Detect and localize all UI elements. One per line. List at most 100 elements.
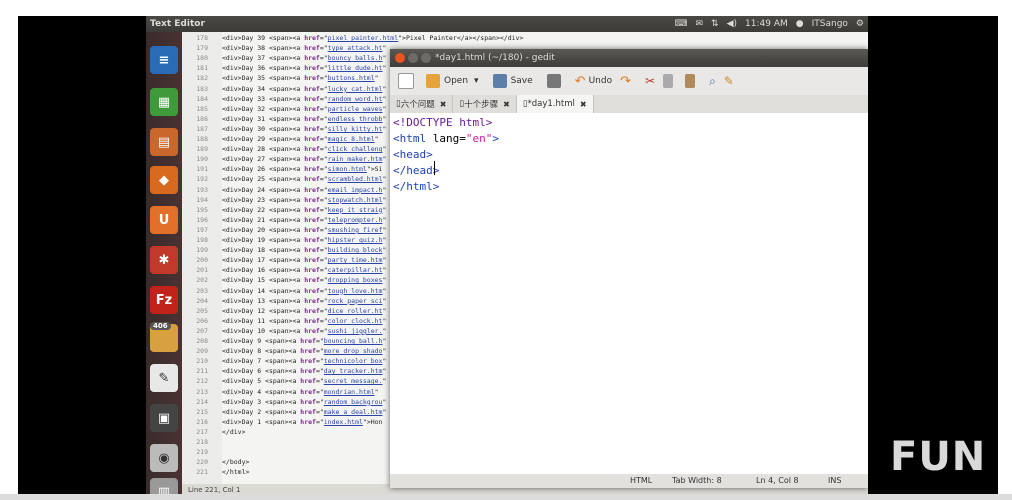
link-target[interactable]: mondrian.html — [324, 388, 375, 396]
link-target[interactable]: sushi_jiggler. — [328, 327, 383, 335]
link-target[interactable]: bouncing_ball.h — [324, 337, 383, 345]
link-target[interactable]: keep_it_straig — [328, 206, 383, 214]
link-target[interactable]: tough_love.htm — [328, 287, 383, 295]
link-target[interactable]: secret_message. — [324, 377, 383, 385]
link-target[interactable]: color_clock.ht — [328, 317, 383, 325]
print-button[interactable] — [546, 74, 565, 88]
volume-icon[interactable]: ◀) — [727, 16, 737, 32]
code-line[interactable]: </html> — [393, 179, 439, 195]
link-target[interactable]: random_word.ht — [328, 95, 383, 103]
link-target[interactable]: rain_maker.htm — [328, 155, 383, 163]
code-line[interactable]: 178 <div>Day 39 <span><a href="pixel_pain… — [182, 34, 868, 43]
link-target[interactable]: hipster_quiz.h — [328, 236, 383, 244]
impress-icon[interactable]: ▤ — [150, 128, 178, 156]
mail-icon[interactable]: ✉ — [695, 16, 703, 32]
copy-button[interactable] — [663, 74, 677, 88]
line-number: 219 — [196, 448, 208, 457]
link-target[interactable]: building_block — [328, 246, 383, 254]
close-icon[interactable]: ✖ — [580, 100, 587, 109]
chevron-down-icon[interactable]: ▾ — [474, 76, 479, 86]
close-icon[interactable]: ✖ — [440, 100, 447, 109]
link-target[interactable]: little_dude.ht — [328, 64, 383, 72]
link-target[interactable]: buttons.html — [328, 74, 375, 82]
paste-button[interactable] — [685, 74, 699, 88]
editor-tab[interactable]: ▯ 十个步骤 ✖ — [453, 95, 517, 113]
code-line[interactable]: <head> — [393, 147, 433, 163]
line-number: 202 — [196, 276, 208, 285]
code-text: " — [382, 286, 387, 295]
code-line[interactable]: <html lang="en"> — [393, 131, 499, 147]
link-target[interactable]: rock_paper_sci — [328, 297, 383, 305]
code-text: " — [382, 357, 387, 366]
code-editor[interactable]: <!DOCTYPE html> <html lang="en"> <head> </h… — [390, 113, 868, 474]
link-target[interactable]: type_attack.ht — [328, 44, 383, 52]
link-target[interactable]: party_time.htm — [328, 256, 383, 264]
keyboard-icon[interactable]: ⌨ — [674, 16, 687, 32]
code-line[interactable]: </head> — [393, 163, 439, 179]
text-editor-icon[interactable]: ✎ — [150, 364, 178, 392]
writer-icon[interactable]: ≡ — [150, 46, 178, 74]
link-target[interactable]: simon.html — [328, 165, 367, 173]
code-text: " — [382, 236, 387, 244]
redo-button[interactable]: ↷ — [620, 74, 631, 89]
filezilla-icon[interactable]: Fz — [150, 286, 178, 314]
settings-icon[interactable]: ✱ — [150, 246, 178, 274]
link-target[interactable]: caterpillar.ht — [328, 266, 383, 274]
link-target[interactable]: day_tracker.htm — [324, 367, 383, 375]
code-text: =" — [319, 215, 328, 224]
workspace-switcher-icon[interactable]: ▣ — [150, 404, 178, 432]
code-text: <div>Day 16 <span><a — [222, 266, 305, 275]
tab-label: 六个问题 — [400, 100, 435, 110]
gear-icon[interactable]: ⚙ — [856, 16, 864, 32]
code-text: =" — [319, 64, 328, 73]
new-button[interactable] — [398, 73, 418, 89]
link-target[interactable]: email_impact.h — [328, 186, 383, 194]
editor-tab[interactable]: ▯ *day1.html ✖ — [516, 95, 594, 113]
link-target[interactable]: particle_waves — [328, 105, 383, 113]
ubuntu-one-icon[interactable]: U — [150, 206, 178, 234]
calc-icon[interactable]: ▦ — [150, 88, 178, 116]
language-selector[interactable]: HTML — [630, 474, 652, 488]
link-target[interactable]: index.html — [324, 418, 363, 426]
link-target[interactable]: pixel_painter.html — [328, 34, 398, 42]
link-target[interactable]: random_backgrou — [324, 398, 383, 406]
maximize-window-button[interactable] — [421, 53, 431, 63]
link-target[interactable]: technicolor_box — [324, 357, 383, 365]
cut-button[interactable]: ✂ — [645, 74, 655, 88]
clock[interactable]: 11:49 AM — [745, 16, 788, 32]
undo-button[interactable]: ↶ Undo — [575, 74, 612, 89]
link-target[interactable]: silly_kitty.ht — [328, 125, 383, 133]
replace-button[interactable]: ✎ — [724, 74, 734, 88]
text-cursor — [434, 161, 435, 175]
open-button[interactable]: Open ▾ — [426, 74, 479, 88]
link-target[interactable]: dropping_boxes — [328, 276, 383, 284]
user-icon[interactable]: ● — [796, 16, 804, 32]
network-icon[interactable]: ⇅ — [711, 16, 719, 32]
code-text: " — [382, 306, 387, 315]
link-target[interactable]: teleprompter.h — [328, 216, 383, 224]
close-icon[interactable]: ✖ — [503, 100, 510, 109]
tab-width-selector[interactable]: Tab Width: 8 — [672, 474, 722, 488]
link-target[interactable]: dice_roller.ht — [328, 307, 383, 315]
link-target[interactable]: smushing_firef — [328, 226, 383, 234]
minimize-window-button[interactable] — [408, 53, 418, 63]
update-manager-icon[interactable]: 406 — [150, 322, 178, 352]
code-line[interactable]: <!DOCTYPE html> — [393, 115, 492, 131]
link-target[interactable]: more_drop_shado — [324, 347, 383, 355]
software-center-icon[interactable]: ◆ — [150, 166, 178, 194]
find-button[interactable]: ⌕ — [709, 74, 716, 89]
link-target[interactable]: bouncy_balls.h — [328, 54, 383, 62]
link-target[interactable]: magic_8.html — [328, 135, 375, 143]
title-bar[interactable]: *day1.html (~/180) - gedit — [390, 49, 868, 67]
link-target[interactable]: endless_throbb — [328, 115, 383, 123]
link-target[interactable]: click_challeng — [328, 145, 383, 153]
link-target[interactable]: make_a_deal.htm — [324, 408, 383, 416]
link-target[interactable]: scrambled.html — [328, 175, 383, 183]
editor-tab[interactable]: ▯ 六个问题 ✖ — [390, 95, 454, 113]
disc-icon[interactable]: ◉ — [150, 444, 178, 472]
link-target[interactable]: stopwatch.html — [328, 196, 383, 204]
user-name[interactable]: ITSango — [812, 16, 848, 32]
close-window-button[interactable] — [395, 53, 405, 63]
save-button[interactable]: Save — [492, 74, 533, 88]
link-target[interactable]: lucky_cat.html — [328, 85, 383, 93]
